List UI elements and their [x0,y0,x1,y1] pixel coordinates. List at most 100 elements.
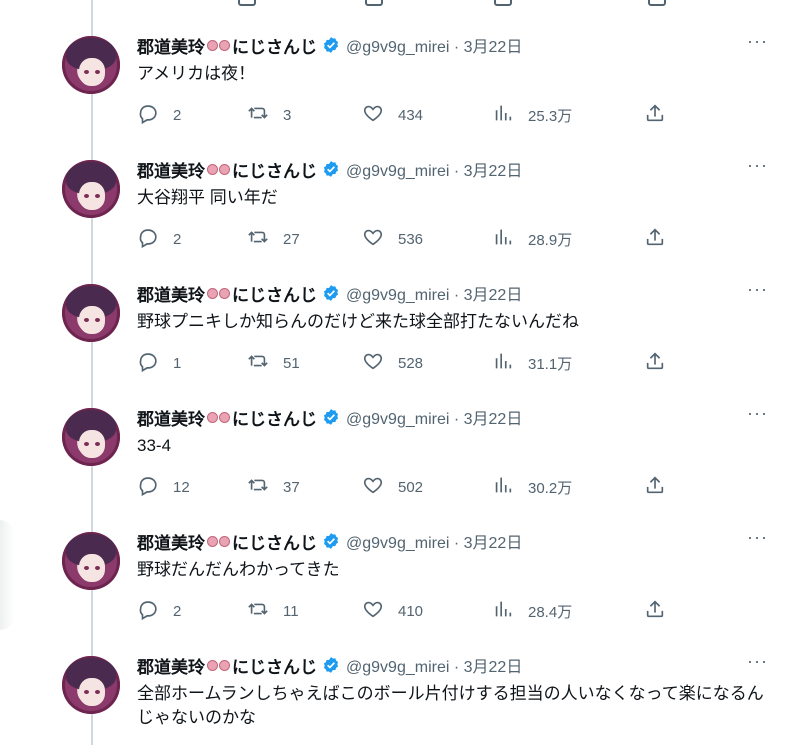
retweet-count: 51 [283,354,300,372]
reply-button[interactable]: 12 [137,474,190,500]
more-icon[interactable]: ··· [747,156,768,174]
handle-and-date[interactable]: @g9v9g_mirei · 3月22日 [346,405,522,429]
retweet-icon [247,598,269,624]
pig-emoji-icon [207,163,230,175]
tweet-header: 郡道美玲 にじさんじ @g9v9g_mirei · 3月22日 [137,157,522,182]
partial-icon [238,0,256,6]
display-name[interactable]: 郡道美玲 [137,529,205,554]
more-icon[interactable]: ··· [747,32,768,50]
handle-and-date[interactable]: @g9v9g_mirei · 3月22日 [346,157,522,181]
display-name[interactable]: 郡道美玲 [137,33,205,58]
more-icon[interactable]: ··· [747,404,768,422]
reply-button[interactable]: 2 [137,102,181,128]
retweet-count: 27 [283,230,300,248]
like-button[interactable]: 434 [362,102,423,128]
verified-badge-icon [323,37,339,53]
reply-button[interactable]: 2 [137,226,181,252]
share-button[interactable] [644,102,666,128]
retweet-button[interactable]: 11 [247,598,299,624]
more-icon[interactable]: ··· [747,280,768,298]
share-button[interactable] [644,474,666,500]
display-name-suffix[interactable]: にじさんじ [232,405,317,430]
retweet-icon [247,474,269,500]
views-button[interactable]: 30.2万 [492,474,572,500]
handle-and-date[interactable]: @g9v9g_mirei · 3月22日 [346,653,522,677]
retweet-count: 11 [283,602,299,620]
share-icon [644,226,666,252]
views-count: 31.1万 [528,355,573,373]
like-count: 410 [398,602,424,620]
like-button[interactable]: 502 [362,474,423,500]
tweet-text: 野球だんだんわかってきた [137,560,340,579]
tweet-header: 郡道美玲 にじさんじ @g9v9g_mirei · 3月22日 [137,281,522,306]
tweet[interactable]: 郡道美玲 にじさんじ @g9v9g_mirei · 3月22日 ··· 大谷翔平 同い年… [0,154,789,278]
tweet-actions: 2 11 410 28.4万 [137,598,677,621]
like-icon [362,598,384,624]
display-name-suffix[interactable]: にじさんじ [232,529,317,554]
partial-icon [648,0,666,6]
avatar[interactable] [62,36,120,94]
handle-and-date[interactable]: @g9v9g_mirei · 3月22日 [346,529,522,553]
like-icon [362,350,384,376]
like-count: 536 [398,230,424,248]
reply-button[interactable]: 1 [137,350,181,376]
reply-icon [137,598,159,624]
share-icon [644,598,666,624]
retweet-button[interactable]: 3 [247,102,291,128]
tweet-actions: 1 51 528 31.1万 [137,350,677,373]
tweet[interactable]: 郡道美玲 にじさんじ @g9v9g_mirei · 3月22日 ··· 野球プニキしか知… [0,278,789,402]
tweet[interactable]: 郡道美玲 にじさんじ @g9v9g_mirei · 3月22日 ··· 野球だんだんわか… [0,526,789,650]
partial-icon [494,0,512,6]
share-button[interactable] [644,226,666,252]
more-icon[interactable]: ··· [747,528,768,546]
tweet-actions: 2 27 536 28.9万 [137,226,677,249]
retweet-count: 3 [283,106,292,124]
partial-icon [365,0,383,6]
verified-badge-icon [323,533,339,549]
like-button[interactable]: 410 [362,598,423,624]
tweet[interactable]: 郡道美玲 にじさんじ @g9v9g_mirei · 3月22日 ··· 全部ホームランし… [0,650,789,745]
share-button[interactable] [644,350,666,376]
display-name-suffix[interactable]: にじさんじ [232,653,317,678]
avatar[interactable] [62,656,120,714]
pig-emoji-icon [207,287,230,299]
like-button[interactable]: 536 [362,226,423,252]
pig-emoji-icon [207,659,230,671]
avatar[interactable] [62,284,120,342]
retweet-button[interactable]: 51 [247,350,300,376]
retweet-button[interactable]: 27 [247,226,300,252]
views-button[interactable]: 28.4万 [492,598,572,624]
views-count: 30.2万 [528,479,573,497]
display-name[interactable]: 郡道美玲 [137,405,205,430]
reply-button[interactable]: 2 [137,598,181,624]
avatar[interactable] [62,160,120,218]
display-name-suffix[interactable]: にじさんじ [232,33,317,58]
handle-and-date[interactable]: @g9v9g_mirei · 3月22日 [346,33,522,57]
display-name-suffix[interactable]: にじさんじ [232,157,317,182]
timeline: 郡道美玲 にじさんじ @g9v9g_mirei · 3月22日 ··· アメリカは夜！ 2… [0,0,789,745]
share-button[interactable] [644,598,666,624]
display-name-suffix[interactable]: にじさんじ [232,281,317,306]
retweet-button[interactable]: 37 [247,474,300,500]
display-name[interactable]: 郡道美玲 [137,281,205,306]
handle-and-date[interactable]: @g9v9g_mirei · 3月22日 [346,281,522,305]
retweet-count: 37 [283,478,300,496]
display-name[interactable]: 郡道美玲 [137,157,205,182]
avatar[interactable] [62,532,120,590]
like-icon [362,474,384,500]
avatar[interactable] [62,408,120,466]
reply-icon [137,474,159,500]
views-icon [492,226,514,252]
reply-count: 12 [173,478,190,496]
like-count: 434 [398,106,424,124]
tweet[interactable]: 郡道美玲 にじさんじ @g9v9g_mirei · 3月22日 ··· 33-4 12 37… [0,402,789,526]
tweet[interactable]: 郡道美玲 にじさんじ @g9v9g_mirei · 3月22日 ··· アメリカは夜！ 2… [0,30,789,154]
views-button[interactable]: 28.9万 [492,226,572,252]
verified-badge-icon [323,409,339,425]
display-name[interactable]: 郡道美玲 [137,653,205,678]
views-button[interactable]: 25.3万 [492,102,572,128]
views-button[interactable]: 31.1万 [492,350,572,376]
tweet-text: 33-4 [137,436,172,455]
like-button[interactable]: 528 [362,350,423,376]
more-icon[interactable]: ··· [747,652,768,670]
